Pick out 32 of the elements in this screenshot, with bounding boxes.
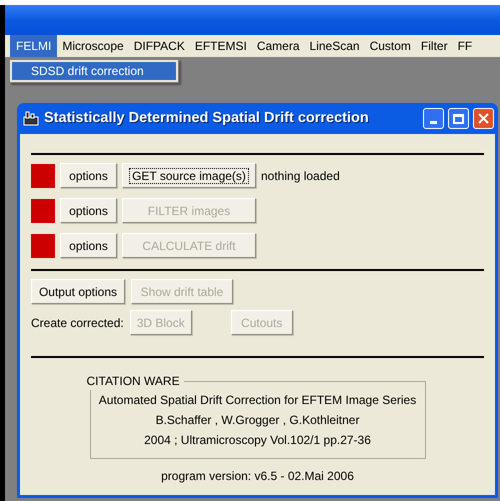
- version-text: program version: v6.5 - 02.Mai 2006: [160, 468, 355, 485]
- button[interactable]: Output options: [31, 279, 125, 304]
- button: CALCULATE drift: [122, 233, 256, 258]
- menu-item[interactable]: FELMI: [10, 35, 58, 57]
- close-button[interactable]: [473, 108, 494, 129]
- menu-item[interactable]: EFTEMSI: [190, 35, 252, 57]
- maximize-button[interactable]: [448, 108, 469, 129]
- button[interactable]: options: [60, 198, 117, 223]
- menu-item[interactable]: SDSD drift correction: [12, 62, 176, 80]
- close-icon: [478, 113, 489, 124]
- menu-item[interactable]: Custom: [364, 35, 416, 57]
- menu-item[interactable]: LineScan: [304, 35, 365, 57]
- button: 3D Block: [130, 310, 192, 335]
- menu-item[interactable]: FF: [452, 35, 478, 57]
- menu-item[interactable]: Filter: [416, 35, 453, 57]
- citation-text: B.Schaffer , W.Grogger , G.Kothleitner: [154, 412, 360, 429]
- create-label: Create corrected:: [31, 314, 124, 332]
- citation-text: Automated Spatial Drift Correction for EFTEM Image Series: [98, 392, 418, 409]
- menu-item[interactable]: Camera: [252, 35, 305, 57]
- button[interactable]: GET source image(s): [122, 163, 256, 188]
- button[interactable]: options: [60, 233, 117, 258]
- button[interactable]: options: [60, 163, 117, 188]
- button: Show drift table: [131, 279, 233, 304]
- minimize-button[interactable]: [423, 108, 444, 129]
- citation-text: 2004 ; Ultramicroscopy Vol.102/1 pp.27-36: [143, 432, 372, 449]
- group-label: CITATION WARE: [86, 373, 181, 390]
- window-title: Statistically Determined Spatial Drift correction: [44, 108, 370, 128]
- button: FILTER images: [122, 198, 256, 223]
- button: Cutouts: [230, 310, 293, 335]
- menu-item[interactable]: Microscope: [57, 35, 129, 57]
- menu-item[interactable]: DIFPACK: [128, 35, 190, 57]
- status-text: nothing loaded: [261, 168, 340, 184]
